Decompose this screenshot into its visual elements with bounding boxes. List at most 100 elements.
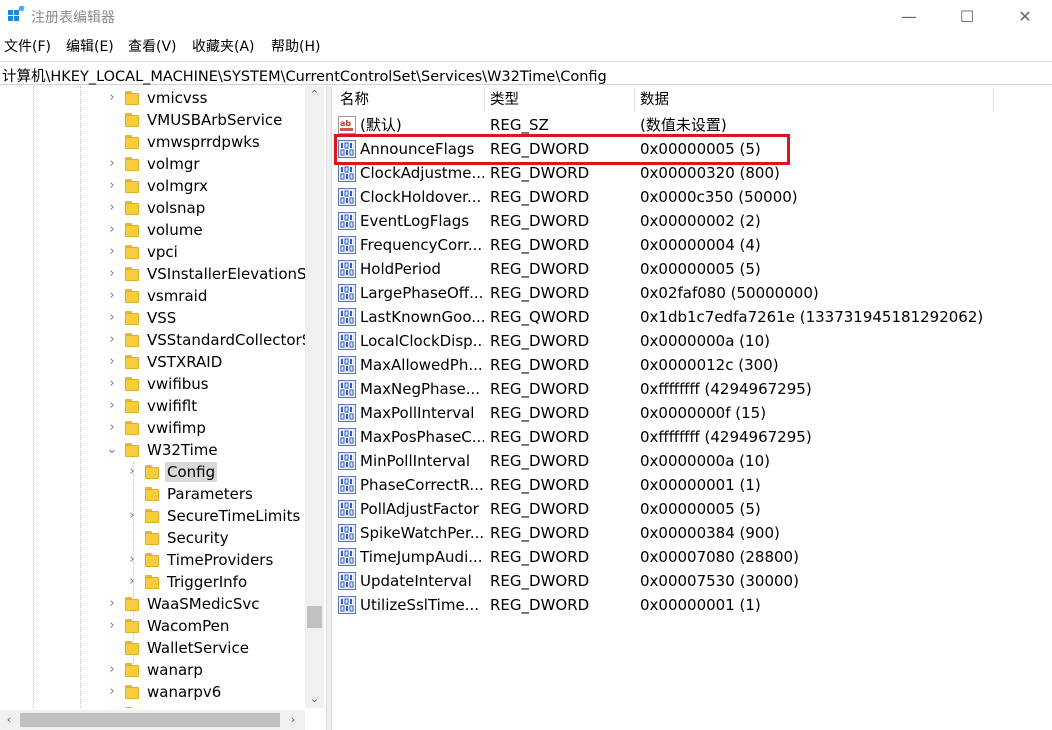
tree-node-label[interactable]: volume <box>145 220 205 240</box>
tree-node-label[interactable]: VMUSBArbService <box>145 110 284 130</box>
tree-node[interactable]: › SecureTimeLimits <box>0 505 305 527</box>
expand-chevron-icon[interactable]: › <box>106 307 118 329</box>
value-row[interactable]: HoldPeriod REG_DWORD 0x00000005 (5) <box>332 257 1052 281</box>
expand-chevron-icon[interactable]: › <box>106 703 118 708</box>
column-header-name[interactable]: 名称 <box>340 88 369 112</box>
tree-node-label[interactable]: vwififlt <box>145 396 199 416</box>
column-separator[interactable] <box>484 88 485 112</box>
expand-chevron-icon[interactable] <box>126 527 138 549</box>
tree-node[interactable]: › volsnap <box>0 197 305 219</box>
value-row[interactable]: TimeJumpAudi... REG_DWORD 0x00007080 (2880… <box>332 545 1052 569</box>
value-row[interactable]: FrequencyCorr... REG_DWORD 0x00000004 (4) <box>332 233 1052 257</box>
tree-node-label[interactable]: VSTXRAID <box>145 352 224 372</box>
expand-chevron-icon[interactable]: › <box>106 351 118 373</box>
tree-node[interactable]: › vwifibus <box>0 373 305 395</box>
address-path[interactable]: 计算机\HKEY_LOCAL_MACHINE\SYSTEM\CurrentCon… <box>2 65 607 86</box>
column-header-data[interactable]: 数据 <box>640 88 669 112</box>
tree-node-label[interactable]: VSInstallerElevationService <box>145 264 305 284</box>
tree-node-label[interactable]: SecureTimeLimits <box>165 506 302 526</box>
value-row[interactable]: UpdateInterval REG_DWORD 0x00007530 (30000… <box>332 569 1052 593</box>
tree-node-label[interactable]: vwifibus <box>145 374 211 394</box>
tree-node[interactable]: › VSTXRAID <box>0 351 305 373</box>
tree-node-label[interactable]: WaaSMedicSvc <box>145 594 262 614</box>
expand-chevron-icon[interactable]: › <box>106 373 118 395</box>
menu-file[interactable]: 文件(F) <box>4 36 51 56</box>
tree-node[interactable]: › Config <box>0 461 305 483</box>
expand-chevron-icon[interactable]: › <box>106 593 118 615</box>
tree-node-label[interactable]: WarpJITSvc <box>145 704 232 708</box>
tree-node-label[interactable]: vmicvss <box>145 88 209 108</box>
tree-node[interactable]: › wanarpv6 <box>0 681 305 703</box>
value-row[interactable]: ClockHoldover... REG_DWORD 0x0000c350 (500… <box>332 185 1052 209</box>
tree-node[interactable]: ⌄ W32Time <box>0 439 305 461</box>
expand-chevron-icon[interactable] <box>106 109 118 131</box>
expand-chevron-icon[interactable]: › <box>106 153 118 175</box>
expand-chevron-icon[interactable]: › <box>106 219 118 241</box>
tree-horizontal-scrollbar[interactable]: ‹ › <box>0 710 305 730</box>
tree-node[interactable]: › VSInstallerElevationService <box>0 263 305 285</box>
vertical-scroll-thumb[interactable] <box>307 606 322 628</box>
menu-help[interactable]: 帮助(H) <box>271 36 320 56</box>
tree-node[interactable]: WalletService <box>0 637 305 659</box>
value-row[interactable]: PollAdjustFactor REG_DWORD 0x00000005 (5) <box>332 497 1052 521</box>
value-row[interactable]: MaxPollInterval REG_DWORD 0x0000000f (15) <box>332 401 1052 425</box>
value-row[interactable]: EventLogFlags REG_DWORD 0x00000002 (2) <box>332 209 1052 233</box>
tree-node[interactable]: › vwififlt <box>0 395 305 417</box>
address-bar[interactable]: 计算机\HKEY_LOCAL_MACHINE\SYSTEM\CurrentCon… <box>0 61 1052 85</box>
menu-edit[interactable]: 编辑(E) <box>66 36 114 56</box>
value-row[interactable]: LastKnownGoo... REG_QWORD 0x1db1c7edfa7261… <box>332 305 1052 329</box>
expand-chevron-icon[interactable]: › <box>106 175 118 197</box>
menu-favorites[interactable]: 收藏夹(A) <box>192 36 255 56</box>
tree-node-label[interactable]: vmwsprrdpwks <box>145 132 262 152</box>
tree-node-label[interactable]: volmgr <box>145 154 202 174</box>
column-separator[interactable] <box>993 88 994 112</box>
expand-chevron-icon[interactable]: › <box>126 571 138 593</box>
tree-node[interactable]: vmwsprrdpwks <box>0 131 305 153</box>
expand-chevron-icon[interactable]: › <box>106 681 118 703</box>
scroll-left-arrow-icon[interactable]: ‹ <box>0 710 18 730</box>
expand-chevron-icon[interactable]: › <box>106 285 118 307</box>
tree-node-label[interactable]: Parameters <box>165 484 255 504</box>
tree-node[interactable]: › VSStandardCollectorService150 <box>0 329 305 351</box>
value-row[interactable]: MaxAllowedPh... REG_DWORD 0x0000012c (300) <box>332 353 1052 377</box>
tree-node[interactable]: › vpci <box>0 241 305 263</box>
tree-node[interactable]: › volmgr <box>0 153 305 175</box>
tree-node[interactable]: › wanarp <box>0 659 305 681</box>
tree-node-label[interactable]: volsnap <box>145 198 207 218</box>
minimize-button[interactable]: — <box>880 0 938 32</box>
tree-node[interactable]: › vsmraid <box>0 285 305 307</box>
tree-node-label[interactable]: TimeProviders <box>165 550 275 570</box>
column-header-type[interactable]: 类型 <box>490 88 519 112</box>
expand-chevron-icon[interactable]: › <box>106 87 118 109</box>
expand-chevron-icon[interactable]: › <box>106 329 118 351</box>
tree-node[interactable]: › volume <box>0 219 305 241</box>
scroll-right-arrow-icon[interactable]: › <box>284 710 302 730</box>
expand-chevron-icon[interactable]: › <box>106 197 118 219</box>
tree-node[interactable]: › volmgrx <box>0 175 305 197</box>
tree-node-label[interactable]: volmgrx <box>145 176 210 196</box>
maximize-button[interactable]: ☐ <box>938 0 996 32</box>
tree-node[interactable]: › TriggerInfo <box>0 571 305 593</box>
tree-node-label[interactable]: WacomPen <box>145 616 231 636</box>
value-row[interactable]: MaxPosPhaseC... REG_DWORD 0xffffffff (4294… <box>332 425 1052 449</box>
tree-node-label[interactable]: WalletService <box>145 638 251 658</box>
value-row[interactable]: LargePhaseOff... REG_DWORD 0x02faf080 (500… <box>332 281 1052 305</box>
expand-chevron-icon[interactable]: › <box>106 241 118 263</box>
value-row[interactable]: MaxNegPhase... REG_DWORD 0xffffffff (42949… <box>332 377 1052 401</box>
tree-node[interactable]: VMUSBArbService <box>0 109 305 131</box>
tree-node-label[interactable]: vpci <box>145 242 180 262</box>
tree-node-label[interactable]: vsmraid <box>145 286 209 306</box>
tree-node-label[interactable]: wanarp <box>145 660 205 680</box>
value-row[interactable]: PhaseCorrectR... REG_DWORD 0x00000001 (1) <box>332 473 1052 497</box>
tree-node[interactable]: › WacomPen <box>0 615 305 637</box>
value-row[interactable]: UtilizeSslTime... REG_DWORD 0x00000001 (1) <box>332 593 1052 617</box>
tree-node-label[interactable]: VSStandardCollectorService150 <box>145 330 305 350</box>
column-separator[interactable] <box>634 88 635 112</box>
tree-node[interactable]: › WaaSMedicSvc <box>0 593 305 615</box>
menu-view[interactable]: 查看(V) <box>128 36 177 56</box>
expand-chevron-icon[interactable]: › <box>126 461 138 483</box>
value-row[interactable]: SpikeWatchPer... REG_DWORD 0x00000384 (900… <box>332 521 1052 545</box>
expand-chevron-icon[interactable]: › <box>106 417 118 439</box>
tree-node-label[interactable]: wanarpv6 <box>145 682 223 702</box>
expand-chevron-icon[interactable]: › <box>106 395 118 417</box>
